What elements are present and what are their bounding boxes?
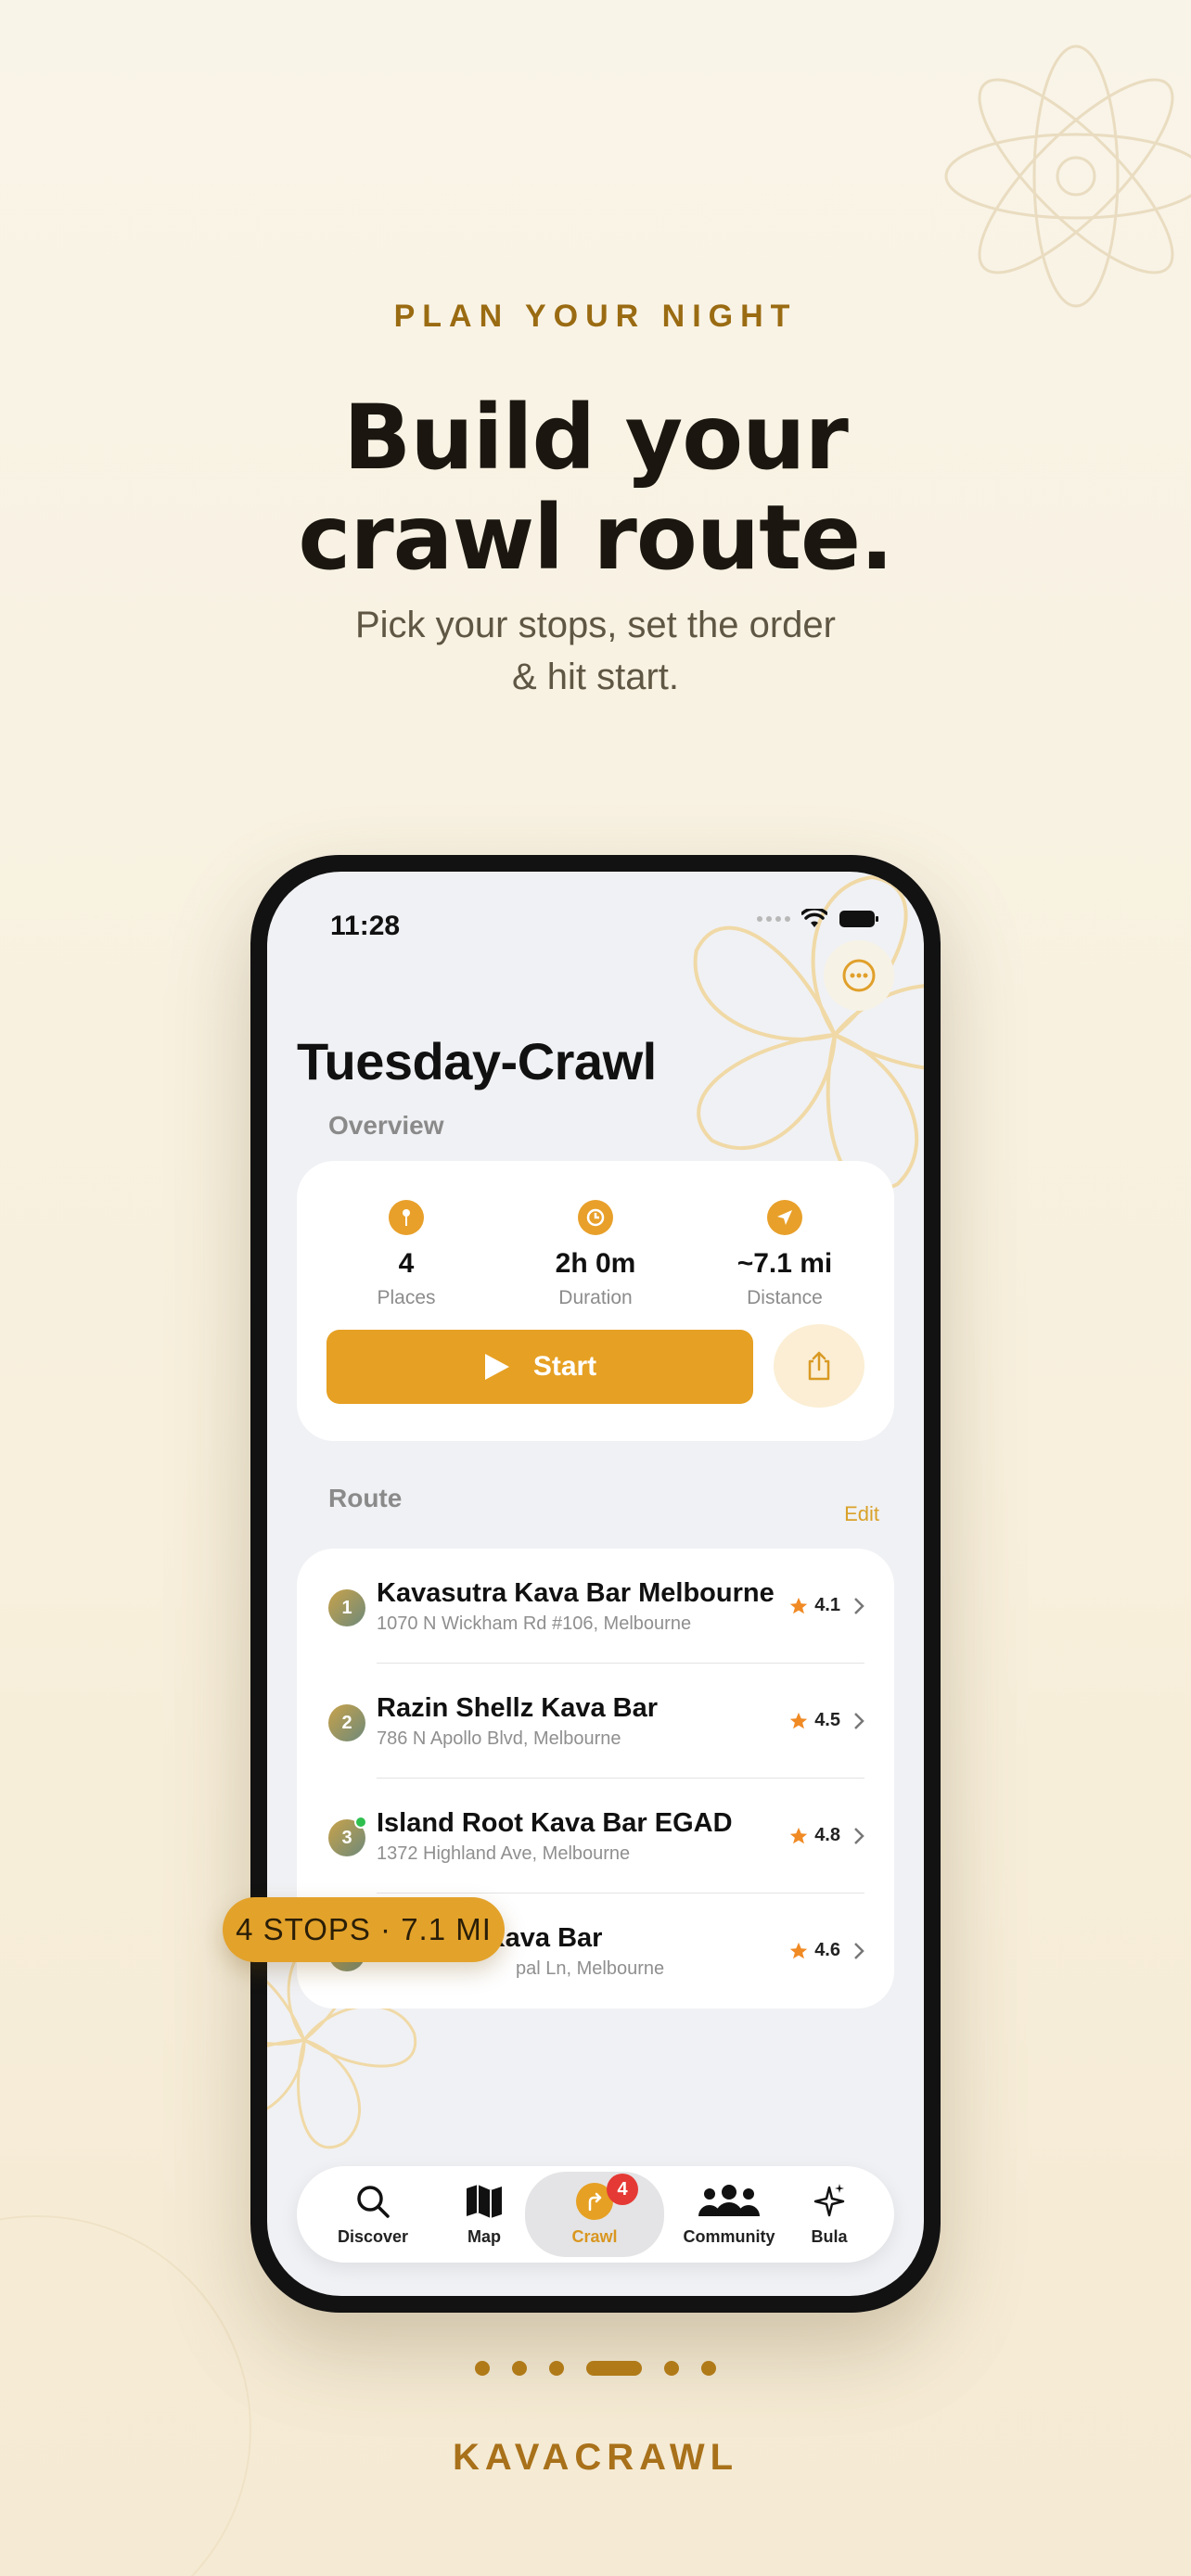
play-icon [484,1354,509,1380]
status-time: 11:28 [330,911,401,941]
rating-value: 4.1 [814,1595,840,1615]
tab-label: Bula [811,2227,848,2246]
tab-label: Community [683,2227,775,2246]
phone-screen: 11:28 Tuesday-Crawl Overview 4 Places 2h… [267,872,924,2296]
stop-rating: 4.8 [788,1825,840,1846]
star-icon [790,1597,808,1613]
overview-label: Overview [328,1111,444,1140]
stat-value: 2h 0m [555,1248,636,1279]
crawl-title: Tuesday-Crawl [297,1032,657,1090]
crawl-count-badge: 4 [607,2174,638,2205]
bottom-tab-bar: Discover Map Crawl 4 Community Bula [297,2166,894,2263]
route-stop-2[interactable]: 2 Razin Shellz Kava Bar 786 N Apollo Blv… [297,1664,894,1779]
stop-address: 1070 N Wickham Rd #106, Melbourne [377,1613,692,1634]
overview-card: 4 Places 2h 0m Duration ~7.1 mi Distance… [297,1161,894,1441]
stat-label: Places [377,1287,436,1308]
route-label: Route [328,1484,403,1512]
stop-rating: 4.5 [788,1710,840,1731]
stop-address: 786 N Apollo Blvd, Melbourne [377,1728,621,1749]
share-button[interactable] [774,1324,864,1408]
route-stop-1[interactable]: 1 Kavasutra Kava Bar Melbourne 1070 N Wi… [297,1549,894,1664]
page-indicator [0,2361,1191,2376]
page-dot[interactable] [549,2361,564,2376]
stop-address: 1372 Highland Ave, Melbourne [377,1843,631,1864]
chevron-right-icon [854,1713,864,1729]
stops-summary-pill: 4 STOPS · 7.1 MI [223,1897,505,1962]
tab-community[interactable]: Community [673,2166,785,2263]
stop-address: pal Ln, Melbourne [516,1958,665,1979]
chevron-right-icon [854,1943,864,1959]
navigation-arrow-icon [767,1200,802,1235]
more-options-button[interactable] [824,940,894,1011]
start-button-label: Start [532,1351,597,1382]
page-dot[interactable] [664,2361,679,2376]
pin-icon [389,1200,424,1235]
edit-route-link[interactable]: Edit [844,1502,879,1526]
stop-rating: 4.6 [788,1940,840,1961]
stat-value: ~7.1 mi [736,1248,833,1279]
community-icon [698,2185,760,2216]
clock-icon [578,1200,613,1235]
chevron-right-icon [854,1598,864,1614]
decorative-circle-icon [0,2215,251,2576]
wifi-icon [801,909,827,927]
headline-line-1: Build your [343,386,849,490]
subhead-line-1: Pick your stops, set the order [354,605,836,645]
stat-distance: ~7.1 mi Distance [692,1200,877,1309]
stop-number: 1 [328,1589,365,1626]
search-icon [357,2186,390,2218]
page-dot[interactable] [475,2361,490,2376]
status-icons [757,909,879,929]
subhead: Pick your stops, set the order & hit sta… [0,599,1191,703]
tab-label: Discover [337,2227,409,2246]
chevron-right-icon [854,1828,864,1844]
phone-frame: 11:28 Tuesday-Crawl Overview 4 Places 2h… [250,855,941,2313]
share-icon [808,1351,830,1381]
stat-value: 4 [398,1248,415,1279]
signal-icon [757,916,790,922]
start-button[interactable]: Start [327,1330,753,1404]
sparkle-icon [813,2184,845,2217]
star-icon [790,1712,808,1728]
tab-map[interactable]: Map [429,2166,540,2263]
page-dot[interactable] [512,2361,527,2376]
route-stop-3[interactable]: 3 Island Root Kava Bar EGAD 1372 Highlan… [297,1779,894,1894]
stop-name: Kavasutra Kava Bar Melbourne [377,1578,775,1608]
decorative-flower-icon [944,45,1191,308]
stat-label: Distance [747,1287,823,1308]
tab-label: Crawl [571,2227,618,2246]
stat-duration: 2h 0m Duration [503,1200,688,1309]
headline: Build your crawl route. [0,388,1191,588]
more-options-icon [842,959,876,992]
tab-bula[interactable]: Bula [774,2166,885,2263]
battery-icon [839,911,878,927]
kicker-text: PLAN YOUR NIGHT [393,299,798,334]
subhead-line-2: & hit start. [511,657,680,697]
brand-wordmark: KAVACRAWL [452,2437,739,2478]
map-icon [467,2185,502,2218]
tab-discover[interactable]: Discover [317,2166,429,2263]
stop-rating: 4.1 [788,1595,840,1616]
headline-line-2: crawl route. [298,486,893,590]
open-now-indicator [354,1816,367,1829]
tab-crawl[interactable]: Crawl 4 [525,2172,664,2257]
stop-number: 2 [328,1704,365,1741]
rating-value: 4.8 [814,1825,840,1845]
rating-value: 4.6 [814,1940,840,1960]
page-dot[interactable] [701,2361,716,2376]
stop-name: Island Root Kava Bar EGAD [377,1808,733,1838]
stat-label: Duration [558,1287,633,1308]
stat-places: 4 Places [314,1200,499,1309]
stop-name: Razin Shellz Kava Bar [377,1693,658,1723]
rating-value: 4.5 [814,1710,840,1730]
tab-label: Map [467,2227,501,2246]
star-icon [790,1827,808,1843]
star-icon [790,1942,808,1958]
page-dot-active[interactable] [586,2361,642,2376]
